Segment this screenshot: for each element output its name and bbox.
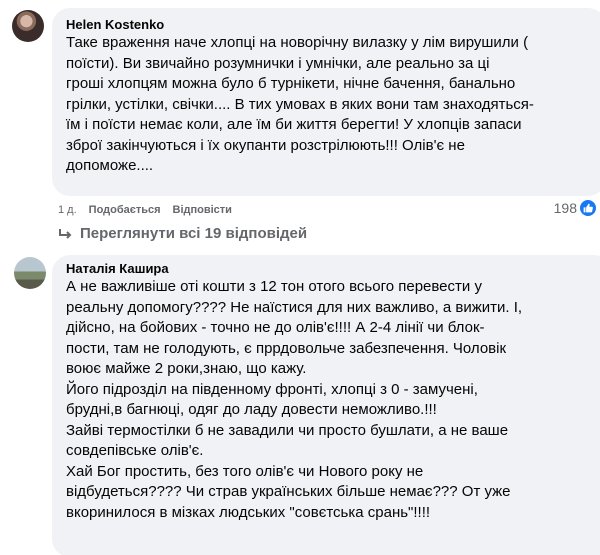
- comment-line: їм і поїсти немає коли, але їм би життя …: [66, 116, 522, 133]
- comment-bubble: Helen Kostenko Таке враження наче хлопці…: [52, 8, 600, 196]
- thumbs-up-icon: [580, 200, 596, 216]
- comment-line: вкоринилося в мізках людських "совєтська…: [66, 503, 431, 521]
- reply-button[interactable]: Відповісти: [173, 204, 232, 216]
- comment-line: А не важливіше оті кошти з 12 тон отого …: [66, 278, 482, 295]
- comment: Helen Kostenko Таке враження наче хлопці…: [12, 8, 600, 196]
- comment-author[interactable]: Наталія Кашира: [66, 260, 600, 277]
- comment-text: Таке враження наче хлопці на новорічну в…: [66, 33, 594, 177]
- comment-text: А не важливіше оті кошти з 12 тон отого …: [66, 277, 600, 523]
- comment-line: зброї закінчуються і їх окупанти розстрі…: [66, 136, 465, 154]
- comment-line: реальну допомогу???? Не наїстися для них…: [66, 298, 523, 316]
- comment-line: Зайві термостілки б не завадили чи прост…: [66, 421, 509, 439]
- comment-line: дійсно, на бойових - точно не до олів'є!…: [66, 319, 485, 336]
- reply-arrow-icon: [59, 228, 72, 239]
- view-replies-link[interactable]: Переглянути всі 19 відповідей: [58, 225, 307, 242]
- comment-line: брудні,в багнюці, одяг до ладу довести н…: [66, 401, 437, 418]
- comment-line: совдепівське олів'є.: [66, 442, 204, 459]
- reaction-count[interactable]: 198: [554, 200, 596, 216]
- view-replies-label: Переглянути всі 19 відповідей: [80, 225, 308, 242]
- comment-line: поїсти). Ви звичайно розумнички і умнічк…: [66, 54, 490, 72]
- comment-line: воює майже 2 роки,знаю, що кажу.: [66, 360, 307, 377]
- reaction-count-label: 198: [553, 200, 577, 216]
- like-button[interactable]: Подобається: [89, 204, 161, 216]
- comment-bubble: Наталія Кашира А не важливіше оті кошти …: [52, 255, 600, 555]
- avatar[interactable]: [12, 10, 44, 42]
- comment-line: Його підрозділ на південному фронті, хло…: [66, 380, 478, 398]
- comment-line: Таке враження наче хлопці на новорічну в…: [66, 34, 529, 51]
- comment: Наталія Кашира А не важливіше оті кошти …: [14, 255, 600, 555]
- comment-time[interactable]: 1 д.: [58, 204, 77, 216]
- comment-line: гроші хлопцям можна було б турнікети, ні…: [66, 75, 516, 92]
- comment-line: відбудеться???? Чи страв українських біл…: [66, 483, 511, 500]
- comment-line: грілки, устілки, свічки.... В тих умовах…: [66, 95, 534, 113]
- comment-author[interactable]: Helen Kostenko: [66, 16, 594, 33]
- comment-actions: 1 д. Подобається Відповісти: [58, 204, 232, 216]
- avatar[interactable]: [14, 257, 46, 289]
- comment-line: пости, там не голодують, є пррдовольче з…: [66, 339, 507, 357]
- comment-line: Хай Бог простить, без того олів'є чи Нов…: [66, 462, 424, 480]
- comment-line: допоможе....: [66, 157, 154, 174]
